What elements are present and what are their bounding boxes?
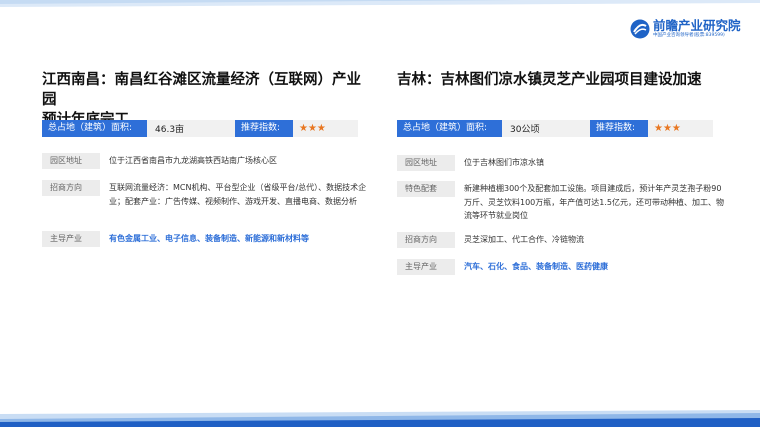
right-row-industry: 主导产业 汽车、石化、食品、装备制造、医药健康 — [397, 259, 726, 275]
brand-logo: 前瞻产业研究院 中国产业咨询领导者(股票:839599) — [630, 17, 752, 41]
right-row-investment: 招商方向 灵芝深加工、代工合作、冷链物流 — [397, 232, 726, 248]
right-star-rating: ★★★ — [654, 123, 681, 134]
right-row-features-value: 新建种植棚300个及配套加工设施。项目建成后，预计年产灵芝孢子粉90万斤、灵芝饮… — [464, 184, 724, 220]
right-row-investment-value: 灵芝深加工、代工合作、冷链物流 — [464, 235, 584, 244]
left-row-industry-tag: 主导产业 — [42, 231, 100, 247]
left-row-industry: 主导产业 有色金属工业、电子信息、装备制造、新能源和新材料等 — [42, 231, 371, 247]
left-index-bar: 总占地（建筑）面积: 46.3亩 推荐指数: ★★★ — [42, 120, 358, 137]
right-row-address-tag: 园区地址 — [397, 155, 455, 171]
bottom-decorative-band — [0, 410, 760, 427]
left-row-industry-value: 有色金属工业、电子信息、装备制造、新能源和新材料等 — [109, 234, 309, 243]
right-row-industry-value: 汽车、石化、食品、装备制造、医药健康 — [464, 262, 608, 271]
right-title-line1: 吉林：吉林图们凉水镇灵芝产业园项目建设加速 — [397, 72, 702, 88]
right-panel: 吉林：吉林图们凉水镇灵芝产业园项目建设加速 总占地（建筑）面积: 30公顷 推荐… — [397, 70, 727, 275]
left-row-investment-tag: 招商方向 — [42, 180, 100, 196]
left-row-address: 园区地址 位于江西省南昌市九龙湖高铁西站南广场核心区 — [42, 153, 371, 169]
left-row-investment-value: 互联网流量经济：MCN机构、平台型企业（省级平台/总代）、数据技术企业；配套产业… — [109, 183, 367, 206]
left-rec-label: 推荐指数: — [235, 120, 293, 137]
left-star-rating: ★★★ — [299, 123, 326, 134]
right-area-value: 30公顷 — [510, 125, 540, 135]
left-row-address-value: 位于江西省南昌市九龙湖高铁西站南广场核心区 — [109, 156, 277, 165]
right-row-address: 园区地址 位于吉林图们市凉水镇 — [397, 155, 726, 171]
left-panel: 江西南昌：南昌红谷滩区流量经济（互联网）产业园 预计年底完工 总占地（建筑）面积… — [42, 70, 372, 247]
right-row-investment-tag: 招商方向 — [397, 232, 455, 248]
right-row-industry-tag: 主导产业 — [397, 259, 455, 275]
right-area-label: 总占地（建筑）面积: — [397, 120, 502, 137]
left-row-investment: 招商方向 互联网流量经济：MCN机构、平台型企业（省级平台/总代）、数据技术企业… — [42, 180, 371, 208]
right-index-bar: 总占地（建筑）面积: 30公顷 推荐指数: ★★★ — [397, 120, 713, 137]
top-decorative-band — [0, 0, 760, 7]
brand-name: 前瞻产业研究院 — [653, 17, 741, 33]
right-row-features-tag: 特色配套 — [397, 181, 455, 197]
left-area-value: 46.3亩 — [155, 125, 185, 135]
right-row-address-value: 位于吉林图们市凉水镇 — [464, 158, 544, 167]
left-row-address-tag: 园区地址 — [42, 153, 100, 169]
right-row-features: 特色配套 新建种植棚300个及配套加工设施。项目建成后，预计年产灵芝孢子粉90万… — [397, 181, 726, 223]
left-title-line1: 江西南昌：南昌红谷滩区流量经济（互联网）产业园 — [42, 72, 361, 108]
left-area-label: 总占地（建筑）面积: — [42, 120, 147, 137]
brand-mark-icon — [630, 19, 650, 39]
brand-tagline: 中国产业咨询领导者(股票:839599) — [653, 33, 725, 38]
right-title: 吉林：吉林图们凉水镇灵芝产业园项目建设加速 — [397, 70, 727, 90]
right-rec-label: 推荐指数: — [590, 120, 648, 137]
